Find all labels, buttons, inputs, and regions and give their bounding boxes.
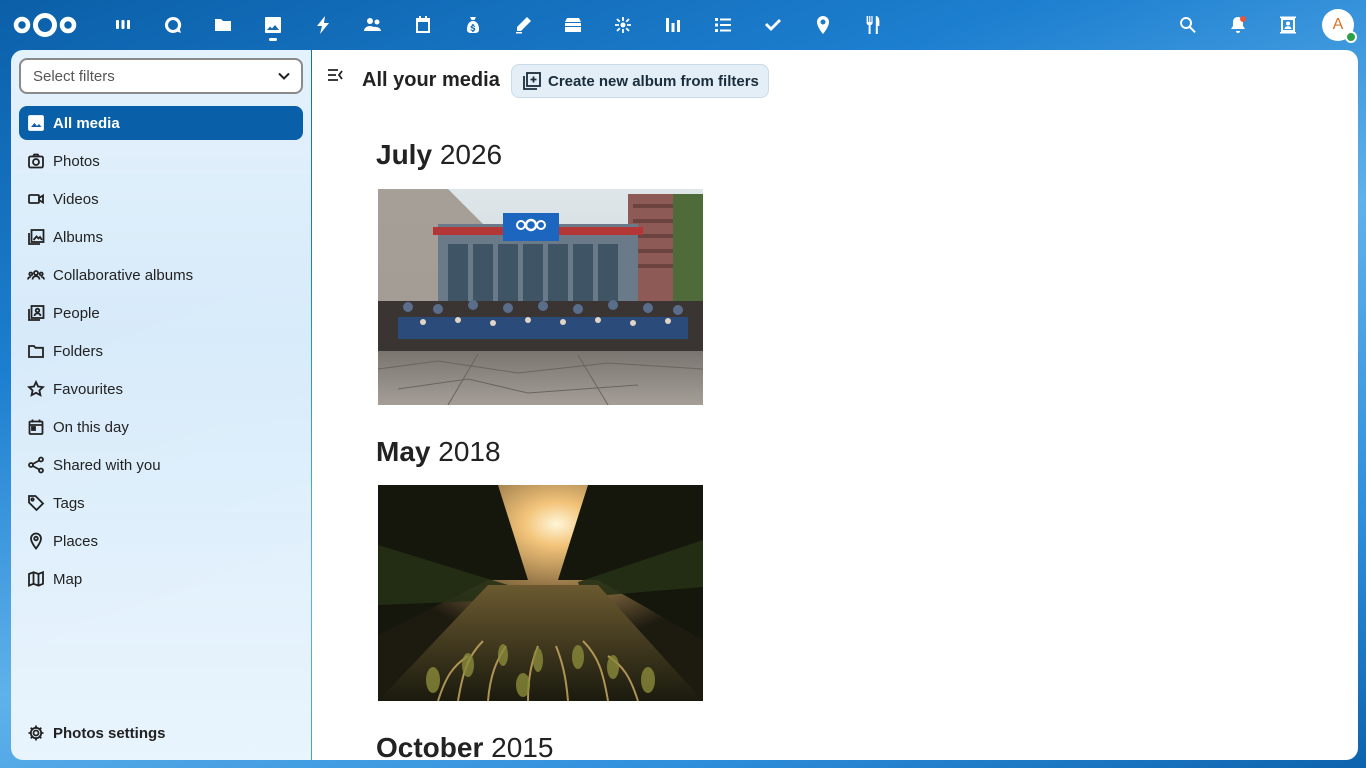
albums-icon bbox=[27, 228, 45, 246]
sidebar-item-places[interactable]: Places bbox=[19, 524, 303, 558]
sidebar-item-label: Places bbox=[53, 532, 99, 550]
sidebar-item-videos[interactable]: Videos bbox=[19, 182, 303, 216]
sidebar-item-label: Favourites bbox=[53, 380, 124, 398]
top-header: A bbox=[0, 0, 1366, 50]
sidebar: Select filters All media Photos Videos A… bbox=[11, 50, 311, 760]
filter-select-placeholder: Select filters bbox=[33, 67, 115, 85]
sidebar-item-label: People bbox=[53, 304, 100, 322]
photos-settings-label: Photos settings bbox=[53, 724, 166, 742]
notification-dot bbox=[1240, 16, 1246, 22]
calendar-icon[interactable] bbox=[398, 0, 448, 50]
sidebar-item-albums[interactable]: Albums bbox=[19, 220, 303, 254]
share-icon bbox=[27, 456, 45, 474]
section-heading: July 2026 bbox=[376, 139, 502, 171]
avatar[interactable]: A bbox=[1322, 9, 1357, 43]
section-month: July bbox=[376, 139, 433, 170]
cookbook-icon[interactable] bbox=[848, 0, 898, 50]
group-photo-image bbox=[378, 189, 703, 405]
sidebar-nav: All media Photos Videos Albums Collabora… bbox=[19, 106, 303, 600]
contacts-menu-icon[interactable] bbox=[1263, 0, 1313, 50]
cospend-icon[interactable] bbox=[448, 0, 498, 50]
activity-icon[interactable] bbox=[298, 0, 348, 50]
app-menu bbox=[98, 0, 898, 50]
photo-thumbnail[interactable] bbox=[378, 189, 703, 405]
photos-settings-button[interactable]: Photos settings bbox=[27, 724, 166, 742]
calendar-day-icon bbox=[27, 418, 45, 436]
sidebar-item-map[interactable]: Map bbox=[19, 562, 303, 596]
sidebar-item-label: Map bbox=[53, 570, 83, 588]
album-plus-icon bbox=[523, 72, 541, 90]
sidebar-item-label: All media bbox=[53, 114, 120, 132]
sidebar-item-label: Shared with you bbox=[53, 456, 161, 474]
main-content: All your media Create new album from fil… bbox=[312, 50, 1358, 760]
sidebar-item-people[interactable]: People bbox=[19, 296, 303, 330]
photos-icon[interactable] bbox=[248, 0, 298, 50]
create-album-label: Create new album from filters bbox=[548, 72, 759, 90]
header-right: A bbox=[1163, 0, 1357, 50]
sidebar-item-label: Collaborative albums bbox=[53, 266, 194, 284]
sidebar-item-tags[interactable]: Tags bbox=[19, 486, 303, 520]
tasks-icon[interactable] bbox=[748, 0, 798, 50]
section-month: May bbox=[376, 436, 431, 467]
sidebar-item-folders[interactable]: Folders bbox=[19, 334, 303, 368]
notes-icon[interactable] bbox=[498, 0, 548, 50]
chevron-down-icon bbox=[278, 72, 290, 80]
sidebar-item-favourites[interactable]: Favourites bbox=[19, 372, 303, 406]
page-title: All your media bbox=[362, 69, 500, 91]
star-icon bbox=[27, 380, 45, 398]
search-icon[interactable] bbox=[1163, 0, 1213, 50]
sidebar-item-label: Tags bbox=[53, 494, 85, 512]
folder-icon bbox=[27, 342, 45, 360]
news-icon[interactable] bbox=[598, 0, 648, 50]
section-year: 2026 bbox=[439, 139, 503, 170]
sidebar-item-label: Albums bbox=[53, 228, 104, 246]
image-icon bbox=[27, 114, 45, 132]
dashboard-icon[interactable] bbox=[98, 0, 148, 50]
maps-icon[interactable] bbox=[798, 0, 848, 50]
map-icon bbox=[27, 570, 45, 588]
nextcloud-logo[interactable] bbox=[12, 10, 78, 40]
gear-icon bbox=[28, 725, 44, 741]
group-icon bbox=[27, 266, 45, 284]
create-album-from-filters-button[interactable]: Create new album from filters bbox=[511, 64, 769, 98]
filter-select[interactable]: Select filters bbox=[19, 58, 303, 94]
sidebar-item-all-media[interactable]: All media bbox=[19, 106, 303, 140]
files-icon[interactable] bbox=[198, 0, 248, 50]
section-month: October bbox=[376, 732, 484, 760]
sidebar-item-shared-with-you[interactable]: Shared with you bbox=[19, 448, 303, 482]
deck-icon[interactable] bbox=[548, 0, 598, 50]
sidebar-item-label: Photos bbox=[53, 152, 100, 170]
photo-thumbnail[interactable] bbox=[378, 485, 703, 701]
map-marker-icon bbox=[27, 532, 45, 550]
status-online-icon bbox=[1345, 31, 1357, 43]
people-icon bbox=[27, 304, 45, 322]
sidebar-item-collaborative-albums[interactable]: Collaborative albums bbox=[19, 258, 303, 292]
vineyard-sunset-image bbox=[378, 485, 703, 701]
analytics-icon[interactable] bbox=[648, 0, 698, 50]
video-icon bbox=[27, 190, 45, 208]
sidebar-item-photos[interactable]: Photos bbox=[19, 144, 303, 178]
section-heading: May 2018 bbox=[376, 436, 501, 468]
avatar-initial: A bbox=[1332, 16, 1344, 33]
sidebar-item-label: Folders bbox=[53, 342, 104, 360]
sidebar-item-label: Videos bbox=[53, 190, 99, 208]
section-heading: October 2015 bbox=[376, 732, 553, 760]
tasks-list-icon[interactable] bbox=[698, 0, 748, 50]
contacts-icon[interactable] bbox=[348, 0, 398, 50]
section-year: 2018 bbox=[438, 436, 501, 467]
menu-collapse-icon bbox=[328, 69, 343, 81]
tag-icon bbox=[27, 494, 45, 512]
notifications-icon[interactable] bbox=[1213, 0, 1263, 50]
talk-icon[interactable] bbox=[148, 0, 198, 50]
sidebar-item-label: On this day bbox=[53, 418, 129, 436]
camera-icon bbox=[27, 152, 45, 170]
sidebar-item-on-this-day[interactable]: On this day bbox=[19, 410, 303, 444]
toggle-navigation-button[interactable] bbox=[326, 66, 346, 86]
section-year: 2015 bbox=[491, 732, 554, 760]
